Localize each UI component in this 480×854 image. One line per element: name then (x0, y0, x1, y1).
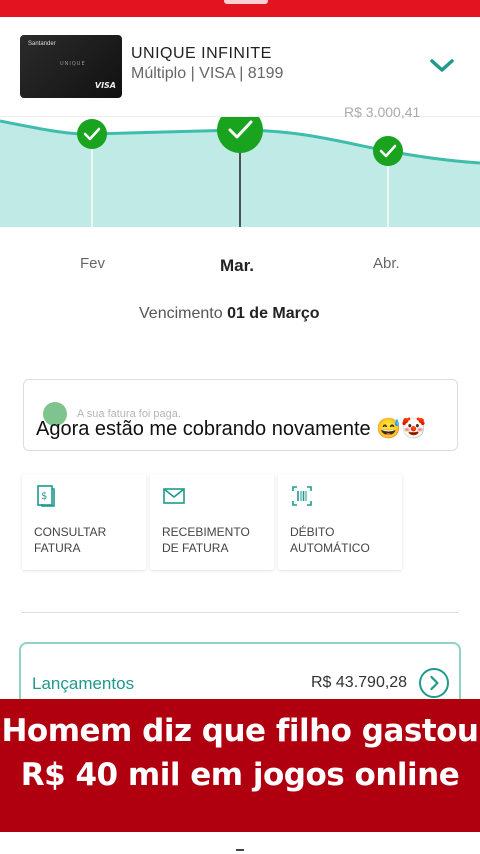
consultar-fatura-button[interactable]: $ CONSULTAR FATURA (22, 474, 146, 570)
month-tab-mar[interactable]: Mar. (220, 256, 254, 276)
lancamentos-title: Lançamentos (32, 674, 135, 693)
recebimento-fatura-button[interactable]: RECEBIMENTO DE FATURA (150, 474, 274, 570)
divider (22, 612, 458, 613)
notice-overlay-text: Agora estão me cobrando novamente 😅🤡 (36, 418, 427, 440)
card-name-text: UNIQUE (60, 61, 86, 67)
invoice-actions: $ CONSULTAR FATURA RECEBIMENTO DE FATURA (22, 474, 458, 570)
status-bar-notch (224, 0, 268, 4)
invoice-chart (0, 117, 480, 227)
check-marker-abr (373, 136, 403, 166)
news-caption-banner: Homem diz que filho gastou R$ 40 mil em … (0, 699, 480, 832)
caption-line-2: R$ 40 mil em jogos online (20, 757, 460, 793)
action-label: RECEBIMENTO DE FATURA (162, 525, 250, 555)
card-subtitle: Múltiplo | VISA | 8199 (131, 65, 284, 82)
debito-automatico-button[interactable]: DÉBITO AUTOMÁTICO (278, 474, 402, 570)
credit-card-image: Santander UNIQUE VISA (20, 35, 122, 98)
action-label: CONSULTAR FATURA (34, 525, 107, 555)
payment-notice: A sua fatura foi paga. Agora estão me co… (23, 379, 458, 451)
envelope-icon (163, 488, 185, 504)
month-tab-abr[interactable]: Abr. (373, 255, 400, 272)
card-selector[interactable]: Santander UNIQUE VISA UNIQUE INFINITE Mú… (0, 17, 480, 117)
action-label: DÉBITO AUTOMÁTICO (290, 525, 370, 555)
home-indicator (236, 849, 244, 851)
document-dollar-icon: $ (37, 485, 55, 507)
status-bar (0, 0, 480, 17)
month-tab-fev[interactable]: Fev (80, 255, 105, 272)
card-title: UNIQUE INFINITE (131, 45, 272, 62)
lancamentos-value: R$ 43.790,28 (311, 674, 408, 691)
due-date-label: Vencimento (139, 305, 223, 322)
card-network-text: VISA (94, 81, 116, 90)
chevron-down-icon[interactable] (428, 55, 456, 77)
svg-text:$: $ (41, 491, 47, 502)
chart-value-label: R$ 3.000,41 (344, 104, 421, 120)
barcode-icon (292, 486, 312, 506)
due-date-value: 01 de Março (227, 305, 320, 322)
due-date: Vencimento 01 de Março (139, 305, 320, 323)
caption-line-1: Homem diz que filho gastou (1, 713, 479, 749)
app-screen: Santander UNIQUE VISA UNIQUE INFINITE Mú… (0, 0, 480, 854)
card-brand-text: Santander (28, 41, 56, 47)
check-marker-fev (77, 119, 107, 149)
chevron-right-icon[interactable] (419, 668, 449, 698)
